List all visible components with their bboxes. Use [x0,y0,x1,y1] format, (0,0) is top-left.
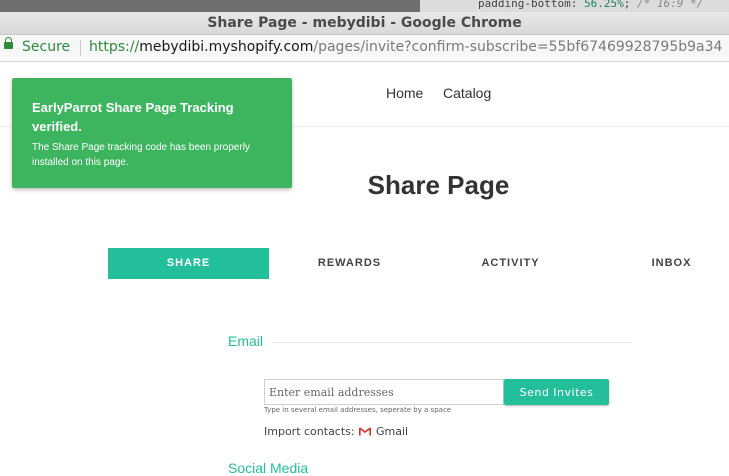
nav-link-home[interactable]: Home [386,85,423,101]
gmail-import-link[interactable]: Gmail [376,425,408,438]
toast-message: The Share Page tracking code has been pr… [32,142,250,168]
address-divider [80,40,81,56]
address-bar[interactable]: Secure https://mebydibi.myshopify.com/pa… [0,35,729,62]
url-field[interactable]: https://mebydibi.myshopify.com/pages/inv… [89,39,722,55]
url-host: mebydibi.myshopify.com [139,39,314,55]
url-path: /pages/invite?confirm-subscribe=55bf6746… [313,39,723,55]
social-media-heading: Social Media [228,460,309,476]
url-scheme: https:// [89,39,140,55]
background-window-strip: padding-bottom: 56.25%; /* 16:9 */ [0,0,729,12]
window-title-bar[interactable]: Share Page - mebydibi - Google Chrome [0,12,729,35]
background-code-snippet: padding-bottom: 56.25%; /* 16:9 */ [478,0,703,10]
send-invites-button[interactable]: Send Invites [504,379,609,405]
tab-share[interactable]: SHARE [108,248,269,279]
code-value: 56.25% [583,0,624,10]
toast-title: EarlyParrot Share Page Tracking verified… [32,100,234,134]
import-contacts-label: Import contacts: [264,425,355,438]
tab-activity[interactable]: ACTIVITY [430,248,591,279]
tab-rewards[interactable]: REWARDS [269,248,430,279]
code-comment: /* 16:9 */ [636,0,704,10]
background-dark-panel [0,0,420,12]
nav-link-catalog[interactable]: Catalog [443,85,491,101]
window-title: Share Page - mebydibi - Google Chrome [207,15,522,31]
gmail-icon[interactable] [359,427,371,436]
email-section-heading: Email [228,333,264,349]
tracking-toast[interactable]: EarlyParrot Share Page Tracking verified… [12,78,292,188]
email-hint: Type in several email addresses, seperat… [264,406,452,414]
secure-label[interactable]: Secure [22,39,70,55]
email-input[interactable] [264,379,504,405]
tab-inbox[interactable]: INBOX [591,248,729,279]
lock-icon[interactable] [4,37,13,49]
section-divider [272,342,632,343]
code-property: padding-bottom [478,0,571,10]
